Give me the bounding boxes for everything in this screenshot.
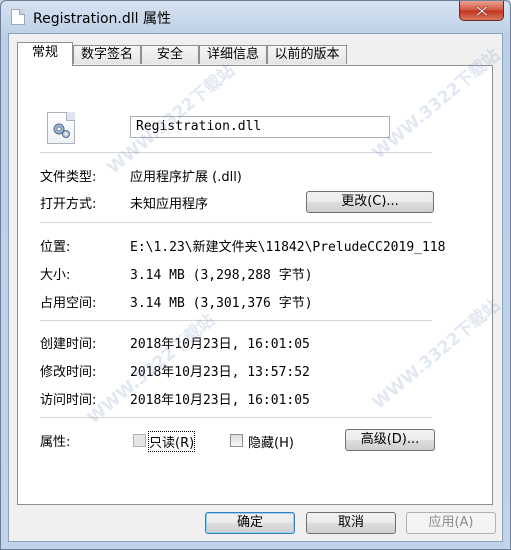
- file-type-value: 应用程序扩展 (.dll): [130, 170, 242, 185]
- divider: [40, 222, 432, 223]
- readonly-label[interactable]: 只读(R): [147, 431, 196, 452]
- tab-details[interactable]: 详细信息: [199, 45, 267, 64]
- attributes-label: 属性:: [40, 435, 71, 450]
- modified-value: 2018年10月23日, 13:57:52: [130, 365, 310, 380]
- divider: [40, 417, 432, 418]
- apply-button[interactable]: 应用(A): [406, 512, 496, 534]
- tab-digital-signatures[interactable]: 数字签名: [73, 45, 141, 64]
- close-icon: [476, 6, 488, 16]
- change-button[interactable]: 更改(C)...: [306, 191, 434, 213]
- general-tab-panel: Registration.dll 文件类型: 应用程序扩展 (.dll) 打开方…: [17, 65, 493, 505]
- advanced-button[interactable]: 高级(D)...: [345, 429, 435, 451]
- opens-with-value: 未知应用程序: [130, 197, 209, 212]
- size-on-disk-value: 3.14 MB (3,301,376 字节): [130, 296, 313, 311]
- divider: [40, 152, 432, 153]
- gear-icon: [53, 123, 70, 138]
- created-value: 2018年10月23日, 16:01:05: [130, 337, 310, 352]
- modified-label: 修改时间:: [40, 365, 97, 380]
- title-bar[interactable]: Registration.dll 属性: [1, 1, 510, 33]
- divider: [40, 320, 432, 321]
- tab-security[interactable]: 安全: [141, 45, 199, 64]
- location-value[interactable]: E:\1.23\新建文件夹\11842\PreludeCC2019_118: [130, 236, 480, 255]
- size-on-disk-label: 占用空间:: [40, 296, 97, 311]
- accessed-label: 访问时间:: [40, 393, 97, 408]
- size-label: 大小:: [40, 268, 71, 283]
- properties-window: Registration.dll 属性 常规 数字签名 安全 详细信息 以前的版…: [0, 0, 511, 550]
- file-icon: [11, 9, 25, 25]
- close-button[interactable]: [459, 1, 504, 21]
- location-label: 位置:: [40, 240, 71, 255]
- hidden-label[interactable]: 隐藏(H): [248, 432, 294, 451]
- opens-with-label: 打开方式:: [40, 197, 97, 212]
- accessed-value: 2018年10月23日, 16:01:05: [130, 393, 310, 408]
- created-label: 创建时间:: [40, 337, 97, 352]
- cancel-button[interactable]: 取消: [306, 512, 396, 534]
- readonly-checkbox[interactable]: [133, 434, 146, 447]
- filename-field[interactable]: Registration.dll: [130, 116, 390, 138]
- window-title: Registration.dll 属性: [33, 11, 171, 27]
- size-value: 3.14 MB (3,298,288 字节): [130, 268, 313, 283]
- dll-file-icon: [47, 112, 75, 144]
- hidden-checkbox[interactable]: [230, 434, 243, 447]
- file-type-label: 文件类型:: [40, 170, 97, 185]
- ok-button[interactable]: 确定: [205, 512, 295, 534]
- tab-general[interactable]: 常规: [17, 42, 73, 66]
- dialog-body: 常规 数字签名 安全 详细信息 以前的版本 Registration.dll 文…: [8, 33, 503, 542]
- tab-previous-versions[interactable]: 以前的版本: [267, 45, 347, 64]
